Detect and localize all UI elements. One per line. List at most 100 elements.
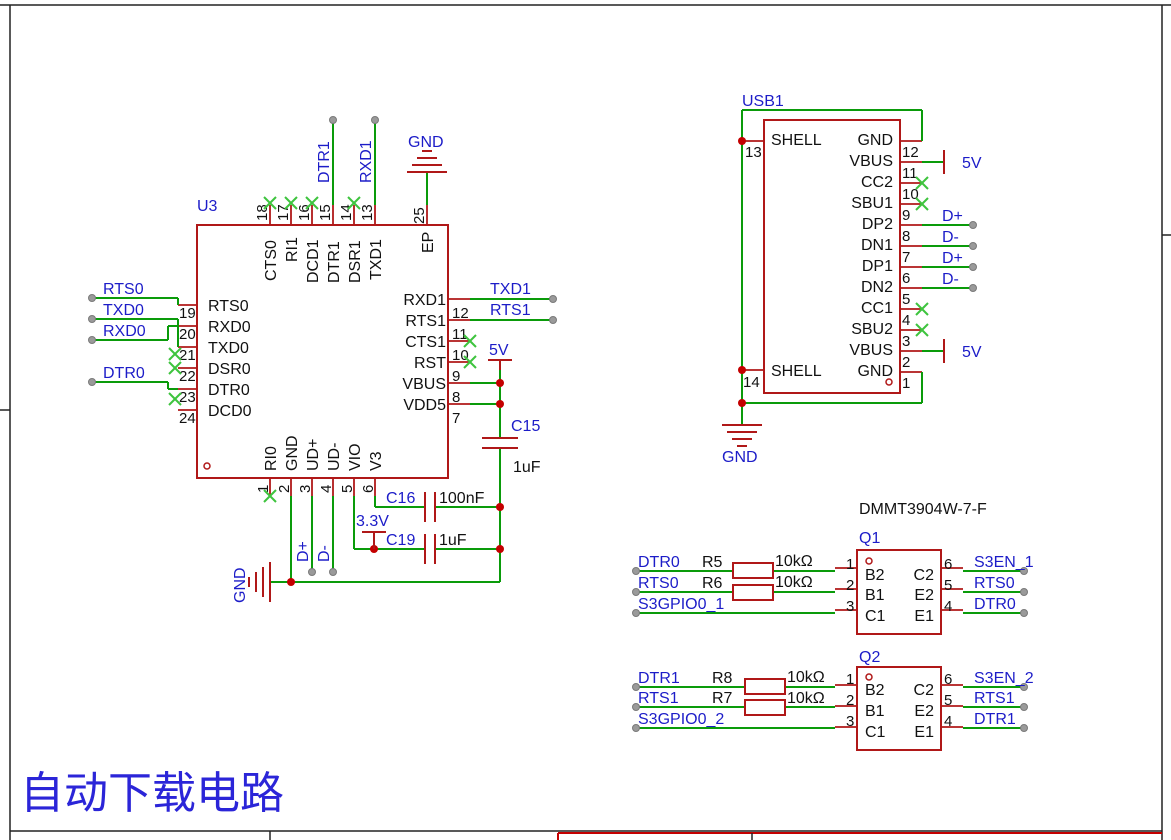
q2-pin-number: 4 <box>944 713 952 730</box>
u3-pin-number: 10 <box>452 347 469 364</box>
u3-pin-number: 1 <box>255 485 272 493</box>
ground-label: GND <box>408 134 444 151</box>
cap-value: 1uF <box>513 459 541 476</box>
usb1-pin-number: 13 <box>745 144 762 161</box>
q2-pin-name: E1 <box>914 724 934 741</box>
net-label: S3GPIO0_1 <box>638 596 724 613</box>
resistor-ref: R5 <box>702 554 723 571</box>
net-label: S3GPIO0_2 <box>638 711 724 728</box>
u3-left-nets[interactable]: RTS0 TXD0 RXD0 DTR0 <box>88 281 182 406</box>
usb1-pin-name: CC2 <box>861 174 893 191</box>
net-label: S3EN_2 <box>974 670 1034 687</box>
net-label: RTS1 <box>638 690 679 707</box>
u3-pin-name: RI1 <box>284 237 301 262</box>
u3-right-nets[interactable]: TXD1 RTS1 5V <box>463 281 557 438</box>
usb1-pin-name: VBUS <box>849 342 893 359</box>
u3-pin-number: 25 <box>411 207 428 224</box>
u3-top-nets[interactable]: DTR1 RXD1 GND <box>263 116 447 210</box>
capacitor-c19[interactable]: C19 1uF <box>386 532 467 564</box>
u3-chip[interactable]: U3 RTS0 RXD0 TXD0 DSR0 DTR0 DCD0 19 20 2… <box>178 198 470 496</box>
u3-pin-name: TXD1 <box>368 239 385 280</box>
resistor-value: 10kΩ <box>775 574 813 591</box>
usb1-pin-name: GND <box>857 363 893 380</box>
usb1-pin-number: 11 <box>902 165 918 182</box>
net-label: D- <box>942 229 959 246</box>
usb1-pin-name: SHELL <box>771 132 822 149</box>
u3-pin-number: 18 <box>254 204 271 221</box>
no-connect-icon <box>915 176 929 337</box>
u3-pin-name: CTS0 <box>263 240 280 281</box>
cap-ref: C15 <box>511 418 540 435</box>
q2-pin-number: 5 <box>944 692 952 709</box>
net-label: D+ <box>295 541 312 562</box>
usb1-pin-name: DP1 <box>862 258 893 275</box>
q1-pin-name: E1 <box>914 608 934 625</box>
q2-nets[interactable]: DTR1 RTS1 S3GPIO0_2 S3EN_2 RTS1 DTR1 <box>632 670 1034 732</box>
u3-pin-name: VIO <box>347 443 364 471</box>
u3-pin-name: VBUS <box>402 376 446 393</box>
q2-pin-number: 1 <box>846 671 854 688</box>
schematic-sheet: U3 RTS0 RXD0 TXD0 DSR0 DTR0 DCD0 19 20 2… <box>0 4 1171 840</box>
usb1-pin-number: 14 <box>743 374 760 391</box>
resistor-ref: R6 <box>702 575 723 592</box>
net-label: DTR1 <box>638 670 680 687</box>
q1-nets[interactable]: DTR0 RTS0 S3GPIO0_1 S3EN_1 RTS0 DTR0 <box>632 554 1034 617</box>
u3-pin-name: CTS1 <box>405 334 446 351</box>
q2-designator: Q2 <box>859 649 880 666</box>
q2-pin-name: C2 <box>914 682 935 699</box>
u3-pin-number: 19 <box>179 305 196 322</box>
net-label: TXD1 <box>490 281 531 298</box>
net-label: DTR0 <box>103 365 145 382</box>
q1-pin-name: C1 <box>865 608 886 625</box>
power-5v-label: 5V <box>489 342 509 359</box>
u3-pin-name: DTR0 <box>208 382 250 399</box>
usb1-pin-name: SBU1 <box>851 195 893 212</box>
u3-pin-number: 20 <box>179 326 196 343</box>
transistor-q2[interactable]: Q2 B2 B1 C1 C2 E2 E1 1 2 3 6 5 4 <box>835 649 963 751</box>
u3-pin-name: RTS0 <box>208 298 249 315</box>
u3-pin-name: DCD1 <box>305 239 322 283</box>
transistor-q1[interactable]: Q1 B2 B1 C1 C2 E2 E1 1 2 3 6 5 4 <box>835 530 963 635</box>
usb1-pin-name: GND <box>857 132 893 149</box>
usb1-pin-name: SBU2 <box>851 321 893 338</box>
net-label: TXD0 <box>103 302 144 319</box>
q2-pin-number: 6 <box>944 671 952 688</box>
ground-icon <box>407 150 447 205</box>
usb1-connector[interactable]: USB1 SHELL SHELL 13 14 GND VBUS CC2 SBU1… <box>742 93 922 394</box>
usb1-pin-number: 7 <box>902 249 910 266</box>
usb1-pin-name: CC1 <box>861 300 893 317</box>
net-label: RTS1 <box>974 690 1015 707</box>
usb1-designator: USB1 <box>742 93 784 110</box>
net-label: D+ <box>942 208 963 225</box>
net-label: D- <box>942 271 959 288</box>
capacitor-c16[interactable]: C16 100nF <box>386 490 485 522</box>
u3-pin-number: 16 <box>296 204 313 221</box>
u3-pin-number: 9 <box>452 368 460 385</box>
net-label: DTR1 <box>316 141 333 183</box>
power-3v3-label: 3.3V <box>356 513 389 530</box>
usb1-pin-number: 5 <box>902 291 910 308</box>
u3-pin-number: 4 <box>318 485 335 493</box>
net-label: DTR0 <box>638 554 680 571</box>
cap-value: 1uF <box>439 532 467 549</box>
q1-designator: Q1 <box>859 530 880 547</box>
usb1-pin-name: DP2 <box>862 216 893 233</box>
schematic-title: 自动下载电路 <box>20 768 284 819</box>
capacitor-c15[interactable]: C15 1uF <box>482 418 541 476</box>
net-label: RTS0 <box>103 281 144 298</box>
cap-value: 100nF <box>439 490 485 507</box>
u3-pin-number: 8 <box>452 389 460 406</box>
net-label: RXD0 <box>103 323 146 340</box>
q2-pin-name: B1 <box>865 703 885 720</box>
u3-pin-name: RST <box>414 355 446 372</box>
cap-ref: C19 <box>386 532 415 549</box>
q1-pin-number: 5 <box>944 577 952 594</box>
ground-icon <box>248 562 271 602</box>
ground-icon <box>722 424 762 447</box>
cap-ref: C16 <box>386 490 415 507</box>
resistor-ref: R8 <box>712 670 733 687</box>
net-label: RTS0 <box>974 575 1015 592</box>
u3-pin-number: 13 <box>359 204 376 221</box>
usb1-pin-number: 9 <box>902 207 910 224</box>
power-5v-label: 5V <box>962 155 982 172</box>
